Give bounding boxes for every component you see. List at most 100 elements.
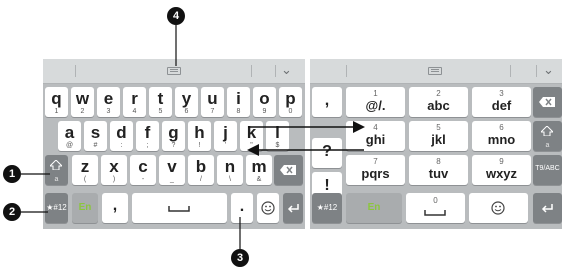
- key-u-sub-label: 7: [210, 108, 215, 115]
- t9-keyboard: ⌄ ,?! 1 @/. 2 abc 3 def 4 ghi 5 jkl 6 mno 7 pqrs 8 tuv 9…: [310, 59, 562, 229]
- key-e[interactable]: e3: [97, 87, 120, 117]
- key-g[interactable]: g?: [162, 121, 185, 151]
- key-q[interactable]: q1: [45, 87, 68, 117]
- period-key[interactable]: .: [231, 193, 253, 223]
- key-r-sub-label: 4: [132, 108, 137, 115]
- t9-key-1[interactable]: 1 @/.: [346, 87, 405, 117]
- t9-key-letters: tuv: [428, 166, 449, 181]
- symbols-label: ★#12: [46, 203, 67, 212]
- key-o-label: o: [259, 89, 270, 108]
- t9-key-number: 4: [373, 123, 378, 132]
- key-f-sub-label: ;: [146, 142, 149, 149]
- t9-punct-key[interactable]: ?: [312, 138, 342, 168]
- key-r-label: r: [131, 89, 138, 108]
- t9-key-9[interactable]: 9 wxyz: [472, 155, 531, 185]
- key-v-sub-label: _: [170, 176, 174, 183]
- enter-key[interactable]: [533, 193, 562, 223]
- marker-2: 2: [3, 203, 21, 221]
- key-v-label: v: [167, 157, 177, 176]
- t9-key-number: 5: [436, 123, 441, 132]
- zero-label: 0: [433, 196, 438, 205]
- comma-key[interactable]: ,: [102, 193, 128, 223]
- backspace-key[interactable]: [533, 87, 562, 117]
- key-w[interactable]: w2: [71, 87, 94, 117]
- emoji-key[interactable]: [257, 193, 279, 223]
- key-z-sub-label: (: [83, 176, 87, 183]
- key-x[interactable]: x): [101, 155, 127, 185]
- space-key[interactable]: [132, 193, 227, 223]
- key-d[interactable]: d:: [110, 121, 133, 151]
- t9-punct-label: ,: [324, 92, 330, 109]
- key-t-label: t: [157, 89, 164, 108]
- emoji-key[interactable]: [469, 193, 528, 223]
- t9-abc-switch-key[interactable]: T9/ABC: [533, 155, 562, 185]
- shift-sub-label: a: [545, 142, 550, 149]
- keyboard-icon[interactable]: [167, 67, 181, 75]
- symbols-label: ★#12: [316, 203, 338, 212]
- space-icon: [424, 210, 446, 216]
- symbols-key[interactable]: ★#12: [45, 193, 68, 223]
- backspace-key[interactable]: [274, 155, 303, 185]
- key-l[interactable]: l $: [266, 121, 289, 151]
- key-p[interactable]: p0: [279, 87, 302, 117]
- t9-key-letters: def: [491, 98, 512, 113]
- key-c[interactable]: c-: [130, 155, 156, 185]
- key-k-sub-label: ": [250, 142, 253, 149]
- key-f[interactable]: f;: [136, 121, 159, 151]
- enter-icon: [287, 204, 299, 213]
- key-b-label: b: [195, 157, 207, 176]
- t9-key-2[interactable]: 2 abc: [409, 87, 468, 117]
- chevron-down-icon[interactable]: ⌄: [281, 62, 292, 78]
- key-a-sub-label: @: [65, 142, 74, 149]
- shift-key[interactable]: a: [533, 121, 562, 151]
- t9-key-5[interactable]: 5 jkl: [409, 121, 468, 151]
- language-key[interactable]: En: [72, 193, 98, 223]
- t9-key-8[interactable]: 8 tuv: [409, 155, 468, 185]
- t9-punct-key[interactable]: ,: [312, 87, 342, 117]
- key-o-sub-label: 9: [262, 108, 267, 115]
- key-e-sub-label: 3: [106, 108, 111, 115]
- zero-space-key[interactable]: 0: [406, 193, 465, 223]
- t9-key-6[interactable]: 6 mno: [472, 121, 531, 151]
- key-j[interactable]: j ': [214, 121, 237, 151]
- shift-key[interactable]: a: [45, 155, 68, 185]
- key-s[interactable]: s #: [84, 121, 107, 151]
- enter-key[interactable]: [283, 193, 303, 223]
- key-i[interactable]: i8: [227, 87, 250, 117]
- key-c-sub-label: -: [141, 176, 145, 183]
- key-i-sub-label: 8: [236, 108, 241, 115]
- key-o[interactable]: o9: [253, 87, 276, 117]
- key-l-label: l: [275, 123, 280, 142]
- key-n[interactable]: n \: [217, 155, 243, 185]
- key-t[interactable]: t5: [149, 87, 172, 117]
- t9-key-3[interactable]: 3 def: [472, 87, 531, 117]
- key-n-sub-label: \: [229, 176, 231, 183]
- key-v[interactable]: v _: [159, 155, 185, 185]
- key-i-label: i: [236, 89, 241, 108]
- enter-icon: [541, 204, 553, 213]
- symbols-key[interactable]: ★#12: [312, 193, 342, 223]
- chevron-down-icon[interactable]: ⌄: [543, 62, 554, 78]
- key-e-label: e: [103, 89, 114, 108]
- key-q-sub-label: 1: [54, 108, 59, 115]
- key-u[interactable]: u7: [201, 87, 224, 117]
- key-a[interactable]: a @: [58, 121, 81, 151]
- key-z[interactable]: z(: [72, 155, 98, 185]
- key-r[interactable]: r4: [123, 87, 146, 117]
- t9-key-4[interactable]: 4 ghi: [346, 121, 405, 151]
- key-k[interactable]: k ": [240, 121, 263, 151]
- key-y[interactable]: y6: [175, 87, 198, 117]
- key-d-label: d: [116, 123, 127, 142]
- keyboard-toolbar: ⌄: [43, 59, 305, 84]
- t9-key-number: 1: [373, 89, 378, 98]
- key-b[interactable]: b /: [188, 155, 214, 185]
- key-l-sub-label: $: [275, 142, 280, 149]
- key-h-label: h: [194, 123, 205, 142]
- t9-key-7[interactable]: 7 pqrs: [346, 155, 405, 185]
- key-m[interactable]: m &: [246, 155, 272, 185]
- keyboard-toolbar: ⌄: [310, 59, 562, 84]
- language-key[interactable]: En: [346, 193, 402, 223]
- keyboard-icon[interactable]: [428, 67, 442, 75]
- key-h[interactable]: h!: [188, 121, 211, 151]
- key-w-sub-label: 2: [80, 108, 85, 115]
